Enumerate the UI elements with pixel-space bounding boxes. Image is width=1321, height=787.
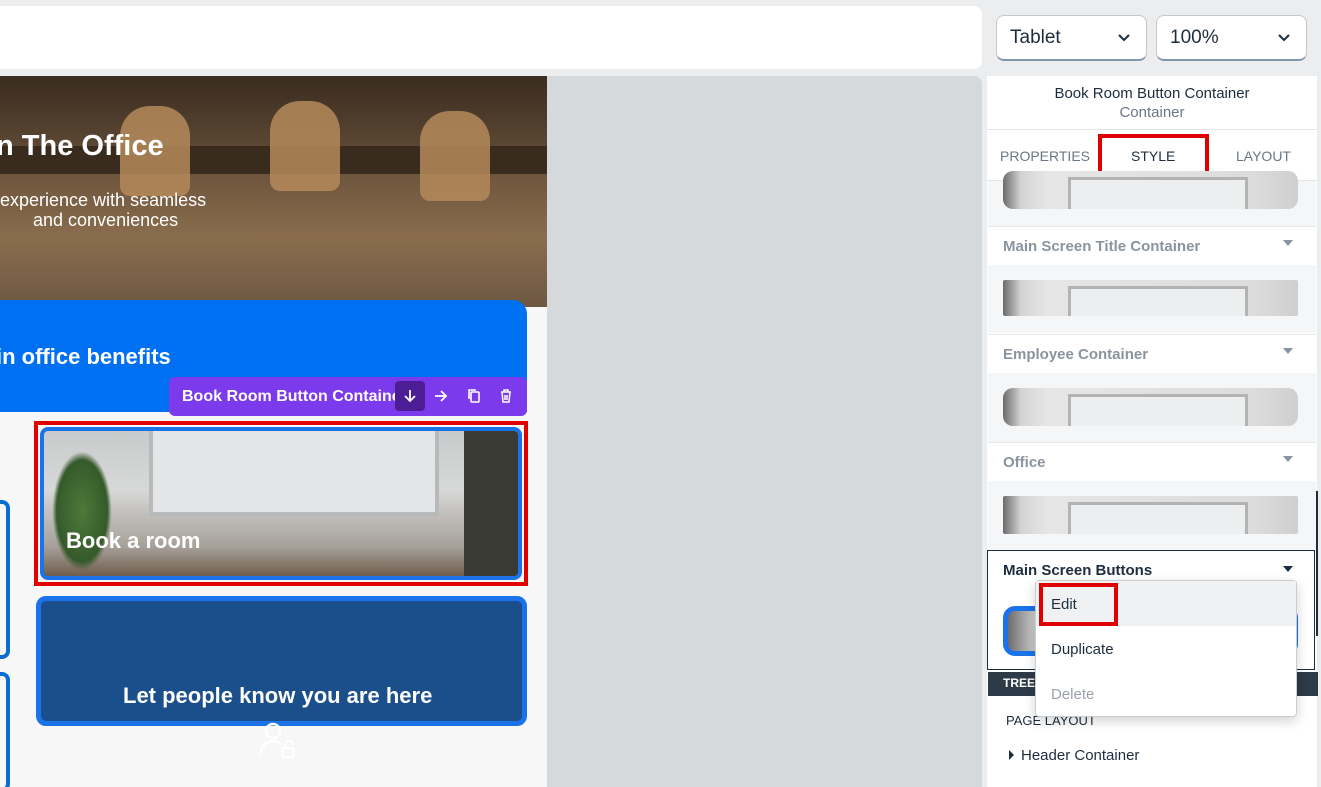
tree-item-header-container[interactable]: Header Container xyxy=(1021,747,1139,764)
delete-button[interactable] xyxy=(491,381,521,411)
chevron-down-icon xyxy=(1118,34,1130,42)
caret-down-icon[interactable] xyxy=(1283,456,1293,462)
hero-subtitle-line1: experience with seamless xyxy=(0,190,207,210)
device-select[interactable]: Tablet xyxy=(996,15,1147,61)
tab-properties[interactable]: PROPERTIES xyxy=(1000,148,1090,164)
user-lock-icon xyxy=(259,722,296,759)
tab-layout[interactable]: LAYOUT xyxy=(1236,148,1291,164)
left-partial-card[interactable] xyxy=(0,672,10,787)
left-partial-card[interactable] xyxy=(0,500,10,659)
hero-chair xyxy=(420,111,490,201)
tree-header-label: TREE xyxy=(1003,676,1036,690)
style-section-label: Office xyxy=(1003,454,1046,471)
hero-title: n The Office xyxy=(0,130,164,162)
book-room-card[interactable] xyxy=(40,427,522,580)
menu-item-delete[interactable]: Delete xyxy=(1051,686,1094,703)
caret-down-icon[interactable] xyxy=(1283,348,1293,354)
let-people-know-label: Let people know you are here xyxy=(123,683,433,708)
panel-scrollbar[interactable] xyxy=(1316,491,1318,636)
style-thumbnail[interactable] xyxy=(1003,280,1298,316)
move-right-button[interactable] xyxy=(426,381,456,411)
benefits-banner-text: in office benefits xyxy=(0,344,171,369)
menu-item-duplicate[interactable]: Duplicate xyxy=(1051,641,1114,658)
top-bar xyxy=(0,6,982,69)
selected-element-type: Container xyxy=(1119,104,1185,121)
style-section-label: Main Screen Title Container xyxy=(1003,238,1201,255)
selected-element-name: Book Room Button Container xyxy=(1054,85,1250,102)
wall-image xyxy=(464,431,518,576)
style-section-label: Main Screen Buttons xyxy=(1003,562,1153,579)
menu-item-edit[interactable]: Edit xyxy=(1051,596,1077,613)
caret-down-icon[interactable] xyxy=(1283,566,1293,572)
whiteboard-image xyxy=(149,431,439,516)
book-room-label: Book a room xyxy=(66,528,201,553)
device-select-value: Tablet xyxy=(1010,26,1061,48)
trash-icon xyxy=(501,389,511,403)
caret-down-icon[interactable] xyxy=(1283,240,1293,246)
hero-subtitle-line2: and conveniences xyxy=(33,210,179,230)
copy-button[interactable] xyxy=(459,381,489,411)
style-thumbnail[interactable] xyxy=(1003,496,1298,534)
zoom-select-value: 100% xyxy=(1170,26,1219,48)
chevron-down-icon xyxy=(1278,34,1290,42)
copy-icon xyxy=(468,389,480,403)
arrow-right-icon xyxy=(435,390,448,402)
move-down-button[interactable] xyxy=(395,381,425,411)
zoom-select[interactable]: 100% xyxy=(1156,15,1307,61)
style-section-label: Employee Container xyxy=(1003,346,1149,363)
hero-chair xyxy=(270,101,340,191)
style-thumbnail[interactable] xyxy=(1003,171,1298,209)
expand-arrow-icon[interactable] xyxy=(1009,750,1014,760)
style-thumbnail[interactable] xyxy=(1003,388,1298,426)
selection-toolbar-label: Book Room Button Container xyxy=(182,388,407,405)
arrow-down-icon xyxy=(404,390,416,403)
